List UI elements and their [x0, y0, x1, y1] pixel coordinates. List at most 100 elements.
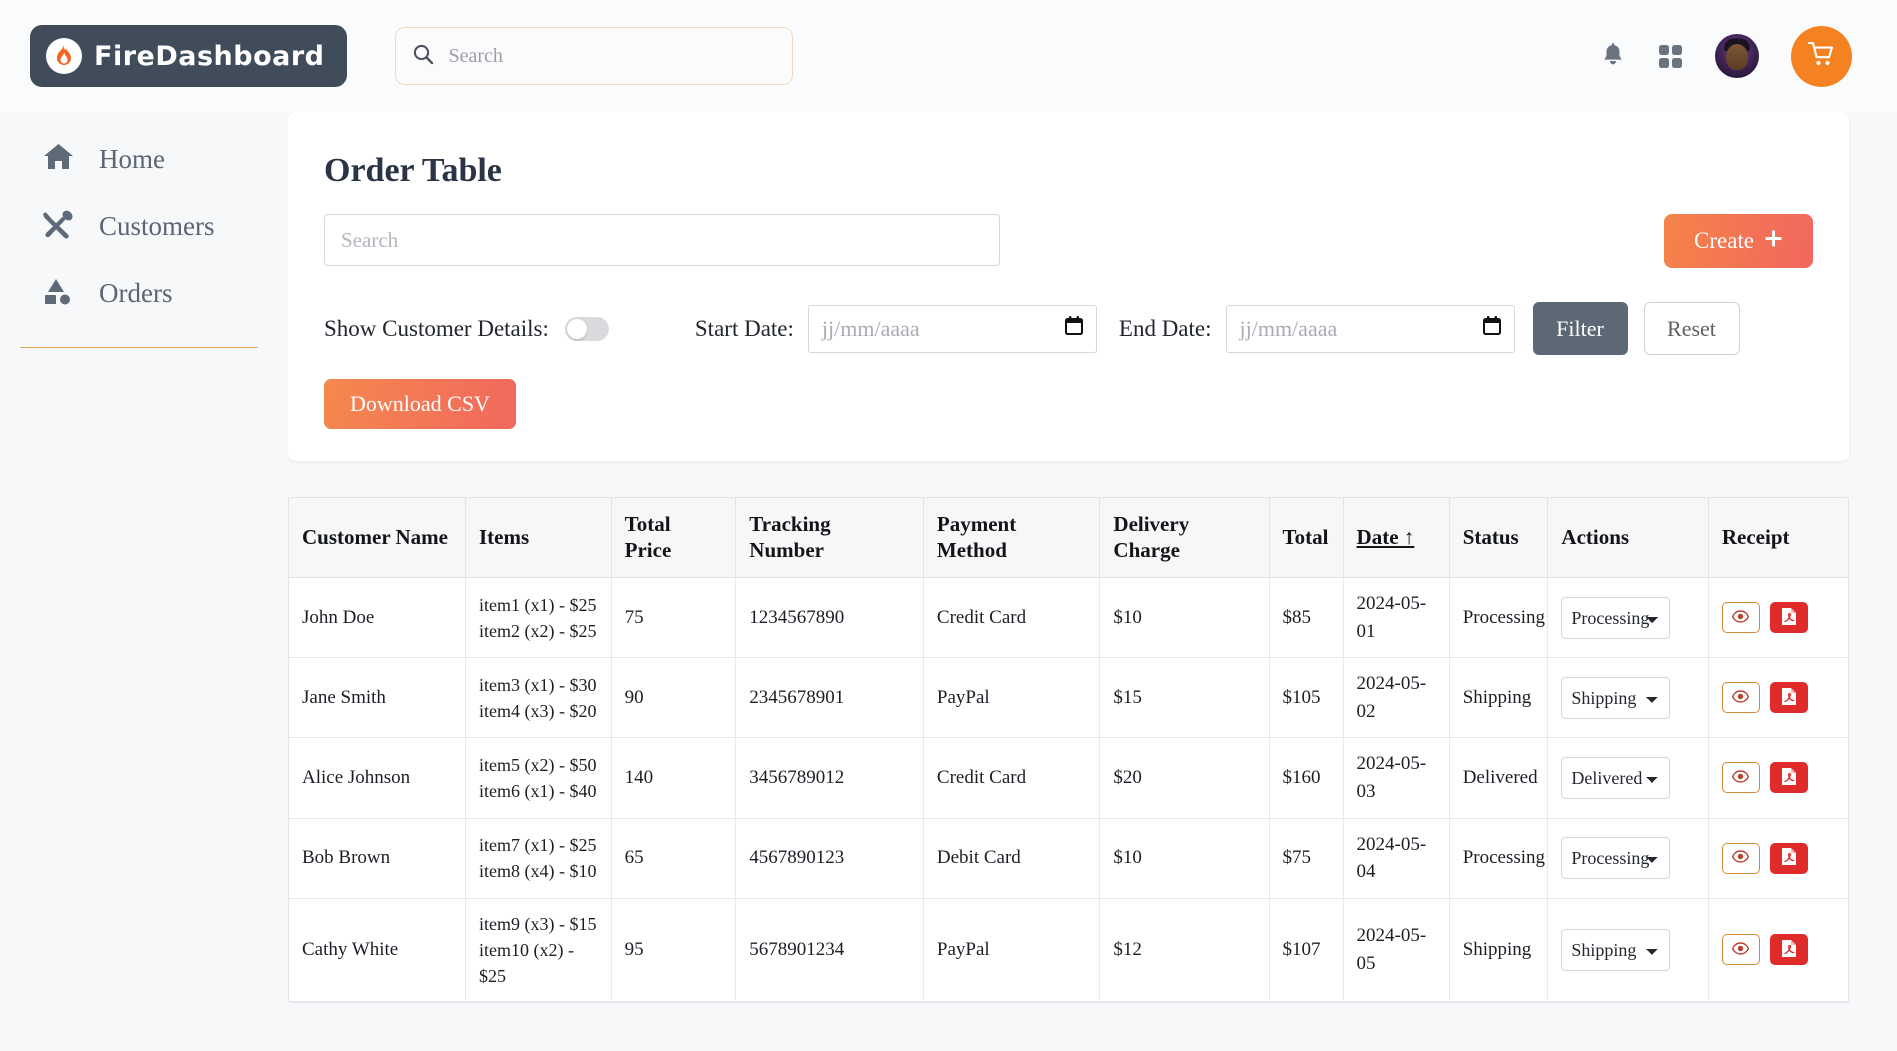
table-row: John Doe item1 (x1) - $25 item2 (x2) - $25…	[289, 577, 1848, 659]
grid-apps-icon[interactable]	[1658, 44, 1683, 69]
end-date-input[interactable]: jj/mm/aaaa	[1225, 304, 1515, 353]
cell-items: item3 (x1) - $30 item4 (x3) - $20	[465, 657, 612, 739]
cell-delivery-charge: $10	[1099, 818, 1270, 899]
sidebar-item-orders[interactable]: Orders	[0, 260, 288, 327]
pdf-file-icon	[1781, 847, 1797, 869]
cell-total-price: 75	[611, 577, 737, 659]
cell-total: $75	[1269, 818, 1344, 899]
home-icon	[42, 142, 75, 177]
search-input[interactable]	[446, 43, 776, 69]
receipt-actions	[1721, 762, 1835, 794]
reset-button[interactable]: Reset	[1643, 302, 1740, 355]
status-select[interactable]: ProcessingShippingDelivered	[1561, 837, 1671, 880]
top-right-actions	[1600, 25, 1852, 87]
cell-tracking-number: 4567890123	[735, 818, 924, 899]
status-select[interactable]: ProcessingShippingDelivered	[1561, 596, 1671, 639]
eye-icon	[1732, 610, 1750, 626]
cell-customer-name: Bob Brown	[289, 818, 466, 899]
end-date-label: End Date:	[1118, 315, 1212, 341]
receipt-actions	[1721, 602, 1835, 634]
item-line: item3 (x1) - $30	[479, 674, 597, 695]
cell-payment-method: Credit Card	[923, 577, 1101, 659]
cell-receipt	[1708, 898, 1848, 1002]
filter-button[interactable]: Filter	[1532, 302, 1628, 355]
cell-date: 2024-05-01	[1343, 577, 1450, 659]
pdf-file-icon	[1781, 767, 1797, 789]
download-csv-button[interactable]: Download CSV	[324, 379, 516, 429]
col-delivery-charge: Delivery Charge	[1099, 498, 1270, 579]
panel-top-row: Create	[324, 214, 1813, 268]
download-pdf-button[interactable]	[1769, 762, 1808, 794]
top-header-bar: FireDashboard	[0, 0, 1897, 112]
cell-payment-method: Debit Card	[923, 818, 1101, 899]
cell-tracking-number: 2345678901	[735, 657, 924, 739]
sidebar-item-home[interactable]: Home	[0, 126, 288, 193]
fork-spoon-icon	[42, 209, 75, 244]
cell-date: 2024-05-02	[1343, 657, 1450, 739]
download-pdf-button[interactable]	[1769, 842, 1808, 874]
cell-actions: ProcessingShippingDelivered	[1547, 657, 1709, 739]
view-receipt-button[interactable]	[1721, 762, 1760, 794]
start-date-placeholder: jj/mm/aaaa	[821, 315, 920, 341]
view-receipt-button[interactable]	[1721, 934, 1760, 966]
status-select[interactable]: ProcessingShippingDelivered	[1561, 676, 1671, 719]
cell-payment-method: Credit Card	[923, 737, 1101, 819]
plus-icon	[1764, 228, 1783, 254]
status-select[interactable]: ProcessingShippingDelivered	[1561, 928, 1671, 971]
calendar-icon[interactable]	[1064, 316, 1083, 341]
order-table-panel: Order Table Create Show Customer Details…	[288, 112, 1849, 461]
orders-table: Customer Name Items Total Price Tracking…	[289, 498, 1848, 1002]
start-date-input[interactable]: jj/mm/aaaa	[807, 304, 1097, 353]
table-search-input[interactable]	[324, 214, 1000, 266]
view-receipt-button[interactable]	[1721, 682, 1760, 714]
item-line: item9 (x3) - $15	[479, 913, 597, 934]
cell-status: Processing	[1449, 577, 1549, 659]
search-icon	[412, 43, 434, 70]
create-button[interactable]: Create	[1663, 214, 1813, 268]
sidebar-item-customers[interactable]: Customers	[0, 193, 288, 260]
bell-icon[interactable]	[1600, 42, 1626, 70]
view-receipt-button[interactable]	[1721, 602, 1760, 634]
cell-tracking-number: 5678901234	[735, 898, 924, 1002]
cell-delivery-charge: $12	[1099, 898, 1270, 1002]
cell-date: 2024-05-05	[1343, 898, 1450, 1002]
brand-logo[interactable]: FireDashboard	[30, 25, 347, 87]
download-pdf-button[interactable]	[1769, 682, 1808, 714]
cell-receipt	[1708, 818, 1848, 899]
eye-icon	[1732, 850, 1750, 866]
user-avatar[interactable]	[1715, 34, 1759, 78]
item-line: item4 (x3) - $20	[479, 700, 597, 721]
cell-total-price: 140	[611, 737, 737, 819]
col-customer-name: Customer Name	[289, 498, 466, 579]
cell-payment-method: PayPal	[923, 657, 1101, 739]
cell-actions: ProcessingShippingDelivered	[1547, 577, 1709, 659]
cell-items: item5 (x2) - $50 item6 (x1) - $40	[465, 737, 612, 819]
global-search[interactable]	[394, 27, 793, 85]
start-date-label: Start Date:	[694, 315, 794, 341]
download-pdf-button[interactable]	[1769, 934, 1808, 966]
page-title: Order Table	[324, 152, 502, 189]
col-total-price: Total Price	[611, 498, 737, 579]
shopping-cart-button[interactable]	[1791, 25, 1852, 87]
avatar-face	[1726, 43, 1748, 70]
cell-status: Delivered	[1449, 737, 1549, 819]
table-row: Cathy White item9 (x3) - $15 item10 (x2) -…	[289, 898, 1848, 1002]
orders-table-body: John Doe item1 (x1) - $25 item2 (x2) - $25…	[289, 577, 1848, 1002]
item-line: item5 (x2) - $50	[479, 754, 597, 775]
view-receipt-button[interactable]	[1721, 842, 1760, 874]
cell-payment-method: PayPal	[923, 898, 1101, 1002]
col-total: Total	[1269, 498, 1344, 579]
item-line: item6 (x1) - $40	[479, 780, 597, 801]
receipt-actions	[1721, 842, 1835, 874]
cell-date: 2024-05-03	[1343, 737, 1450, 819]
shopping-cart-icon	[1807, 41, 1835, 71]
cell-status: Shipping	[1449, 657, 1549, 739]
cell-total: $85	[1269, 577, 1344, 659]
show-customer-details-toggle[interactable]	[564, 316, 609, 341]
cell-customer-name: Jane Smith	[289, 657, 466, 739]
calendar-icon[interactable]	[1482, 316, 1501, 341]
download-pdf-button[interactable]	[1769, 602, 1808, 634]
col-date-sort[interactable]: Date ↑	[1343, 498, 1450, 579]
status-select[interactable]: ProcessingShippingDelivered	[1561, 756, 1671, 799]
col-actions: Actions	[1547, 498, 1709, 579]
